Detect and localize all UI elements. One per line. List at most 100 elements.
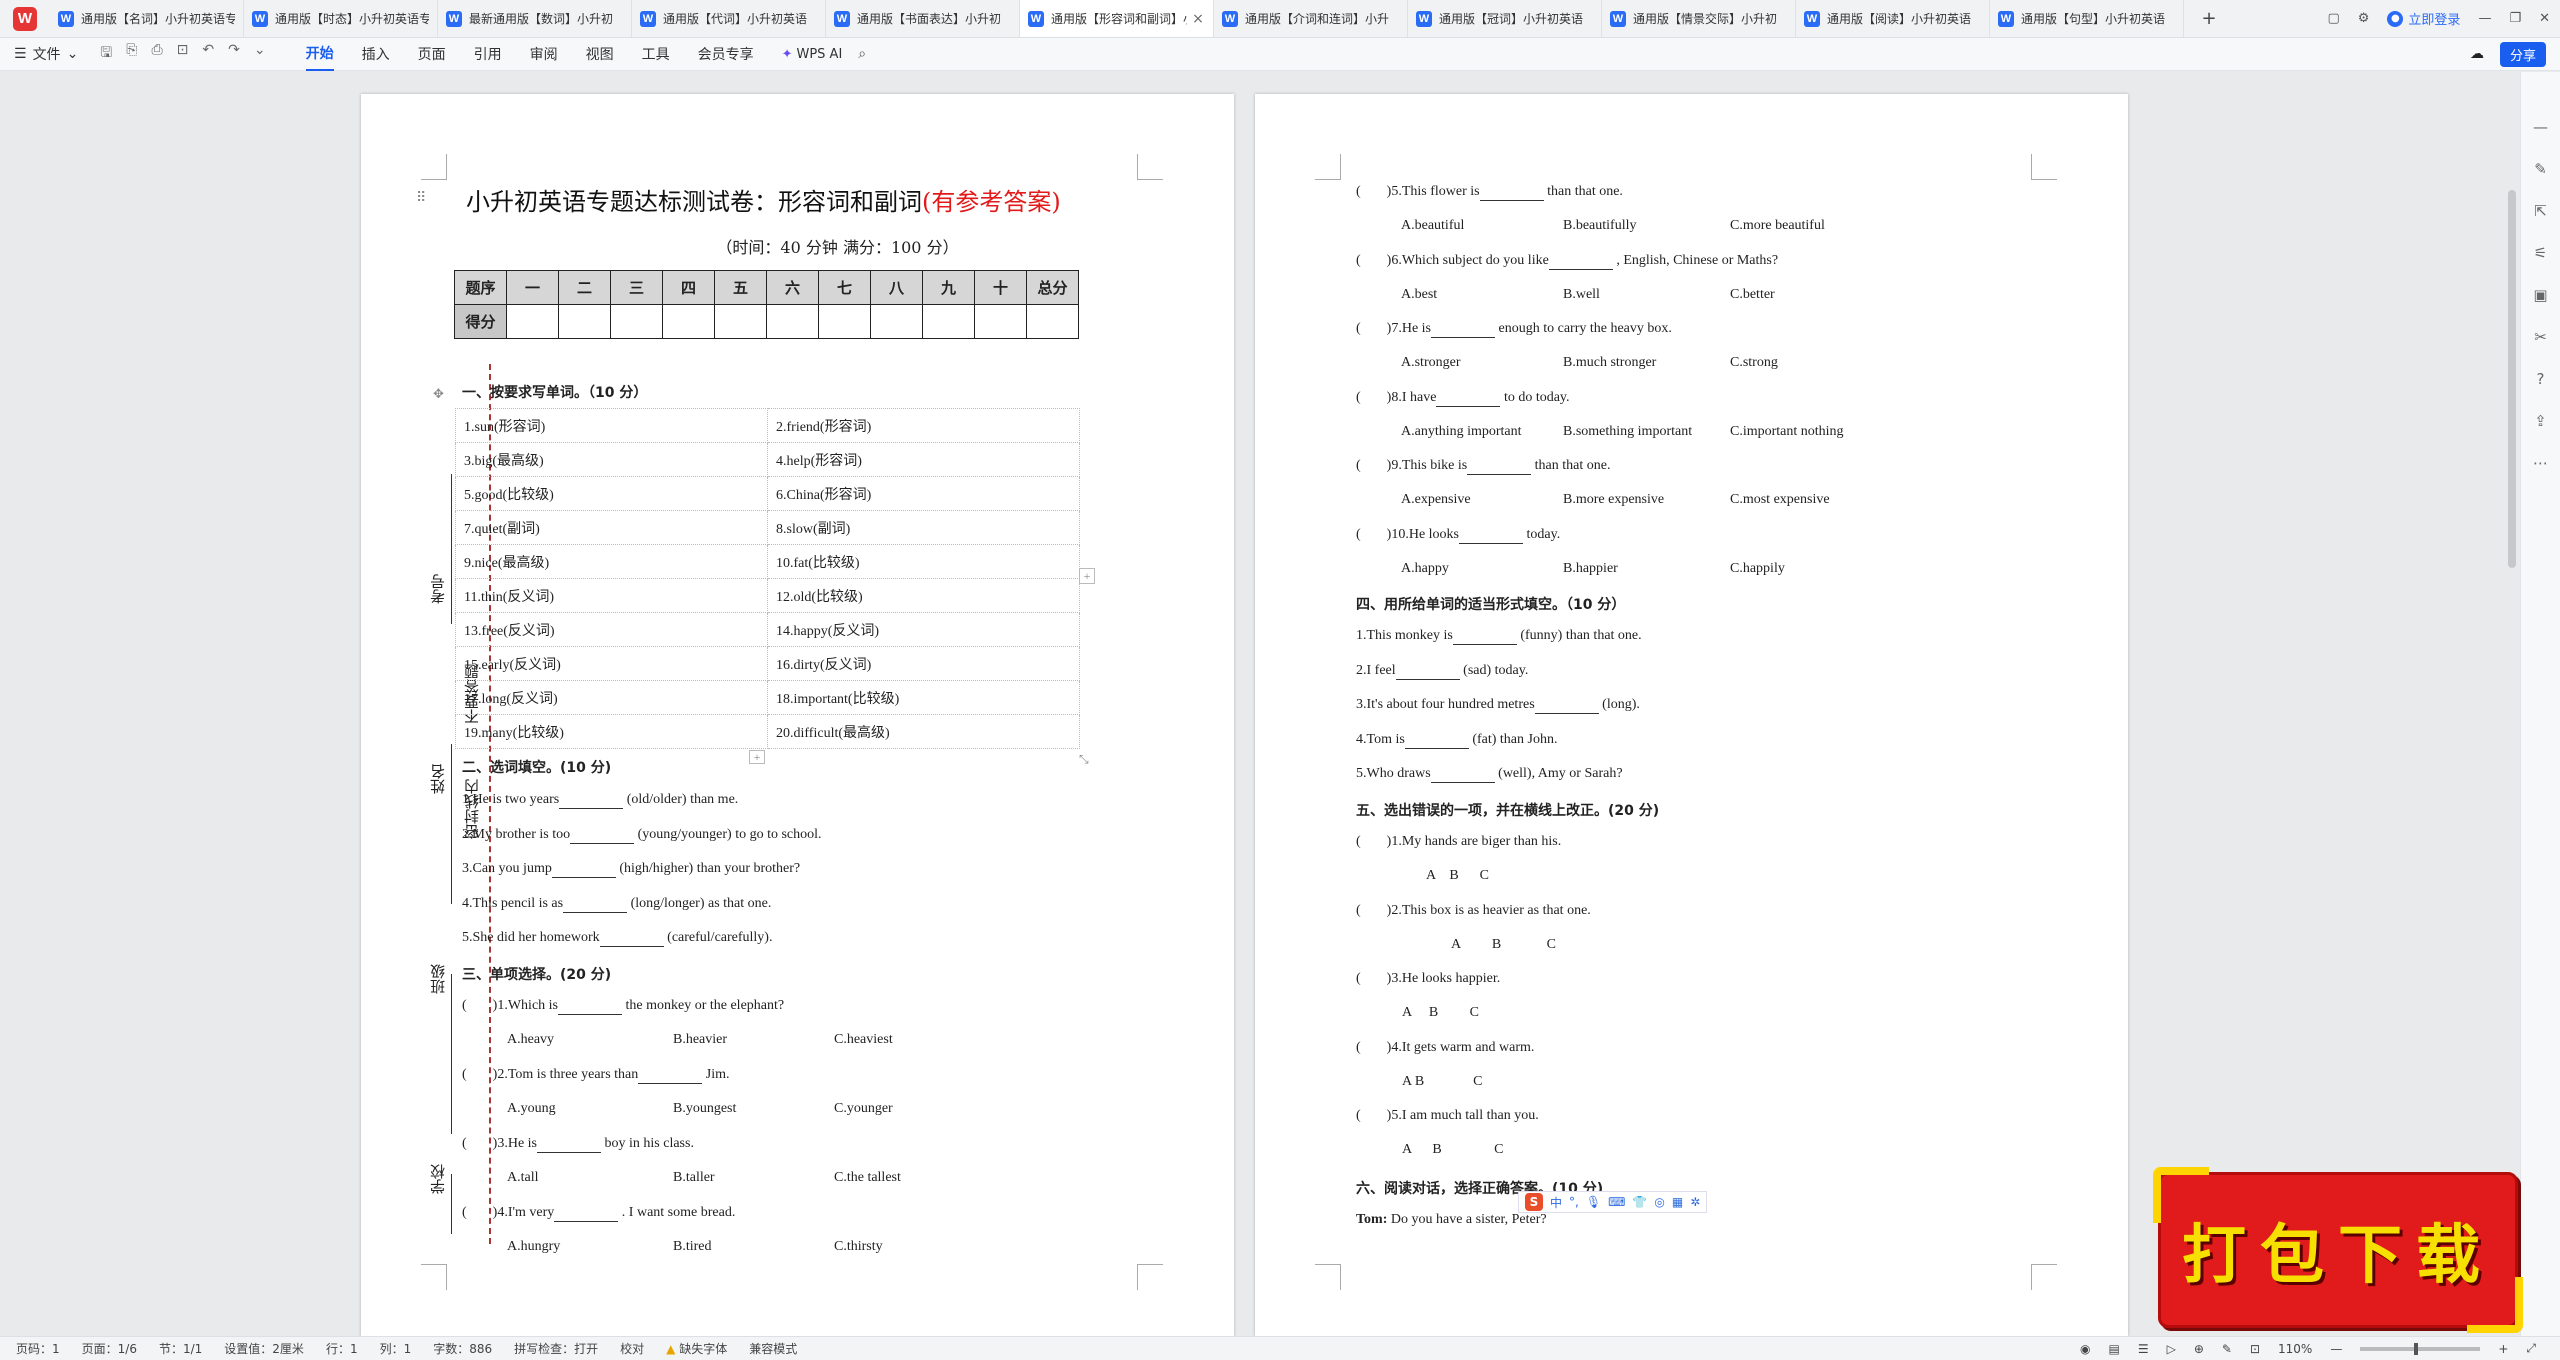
restore-icon[interactable]: ❐: [2509, 11, 2521, 26]
status-missing-font[interactable]: ▲ 缺失字体: [666, 1340, 727, 1357]
punctuation-icon[interactable]: °,: [1569, 1195, 1579, 1209]
zoom-slider[interactable]: [2360, 1342, 2481, 1355]
word-cell[interactable]: 19.many(比较级): [455, 714, 768, 749]
keyboard-icon[interactable]: ⌨: [1608, 1195, 1625, 1209]
save-icon[interactable]: 🖫: [100, 42, 112, 66]
answer-blank[interactable]: [1479, 184, 1544, 201]
word-cell[interactable]: 20.difficult(最高级): [767, 714, 1080, 749]
word-cell[interactable]: 7.quiet(副词): [455, 510, 768, 545]
cloud-icon[interactable]: ☁: [2470, 46, 2484, 62]
answer-blank[interactable]: [638, 1067, 703, 1084]
document-tab[interactable]: W 通用版【冠词】小升初英语: [1408, 0, 1602, 37]
word-cell[interactable]: 14.happy(反义词): [767, 612, 1080, 647]
ribbon-tab[interactable]: 开始: [305, 38, 334, 71]
settings-icon[interactable]: ⚙: [2358, 11, 2370, 26]
document-tab[interactable]: W 通用版【代词】小升初英语: [632, 0, 826, 37]
word-cell[interactable]: 2.friend(形容词): [767, 408, 1080, 443]
minimize-icon[interactable]: —: [2478, 11, 2491, 26]
fullscreen-icon[interactable]: ⤢: [2526, 1341, 2536, 1356]
ribbon-tab[interactable]: 引用: [474, 38, 502, 71]
answer-blank[interactable]: [537, 1136, 601, 1153]
answer-blank[interactable]: [1436, 390, 1501, 407]
file-menu[interactable]: ☰ 文件 ⌄: [14, 44, 78, 64]
game-icon[interactable]: ◎: [1654, 1195, 1664, 1209]
print-icon[interactable]: ⎙: [151, 42, 162, 66]
score-cell[interactable]: [558, 304, 611, 339]
undo-icon[interactable]: ↶: [202, 42, 214, 66]
close-window-icon[interactable]: ✕: [2539, 11, 2550, 26]
document-tab[interactable]: W 通用版【阅读】小升初英语: [1796, 0, 1990, 37]
answer-blank[interactable]: [1431, 321, 1495, 338]
document-tab[interactable]: W 最新通用版【数词】小升初: [438, 0, 632, 37]
score-cell[interactable]: [714, 304, 767, 339]
customize-icon[interactable]: ⌄: [254, 42, 266, 66]
grid-icon[interactable]: ▦: [1672, 1195, 1683, 1209]
score-cell[interactable]: [974, 304, 1027, 339]
close-tab-icon[interactable]: ×: [1191, 11, 1205, 27]
answer-blank[interactable]: [1459, 527, 1523, 544]
settings-ime-icon[interactable]: ✲: [1690, 1195, 1700, 1209]
ribbon-tab[interactable]: 视图: [586, 38, 614, 71]
status-setting[interactable]: 设置值：2厘米: [224, 1340, 304, 1357]
word-cell[interactable]: 16.dirty(反义词): [767, 646, 1080, 681]
more-icon[interactable]: ⋯: [2533, 454, 2548, 472]
word-cell[interactable]: 18.important(比较级): [767, 680, 1080, 715]
zoom-slider-knob[interactable]: [2414, 1342, 2419, 1355]
answer-blank[interactable]: [551, 861, 616, 878]
outline-icon[interactable]: ☰: [2138, 1342, 2149, 1356]
answer-blank[interactable]: [1404, 732, 1469, 749]
adjust-icon[interactable]: ⚟: [2534, 244, 2547, 262]
document-tab[interactable]: W 通用版【情景交际】小升初: [1602, 0, 1796, 37]
status-spell-check[interactable]: 拼写检查：打开: [514, 1340, 598, 1357]
new-tab-button[interactable]: +: [2184, 0, 2234, 37]
word-cell[interactable]: 12.old(比较级): [767, 578, 1080, 613]
ribbon-tab[interactable]: 插入: [362, 38, 390, 71]
share-doc-icon[interactable]: ⇪: [2534, 412, 2547, 430]
collapse-icon[interactable]: —: [2533, 118, 2548, 136]
zoom-out-icon[interactable]: —: [2330, 1342, 2342, 1356]
play-icon[interactable]: ▷: [2167, 1342, 2176, 1356]
ribbon-tab[interactable]: 页面: [418, 38, 446, 71]
download-badge[interactable]: 打包下载: [2153, 1167, 2523, 1333]
image-icon[interactable]: ▣: [2533, 286, 2547, 304]
web-view-icon[interactable]: ⊕: [2194, 1342, 2204, 1356]
word-cell[interactable]: 6.China(形容词): [767, 476, 1080, 511]
status-page-number[interactable]: 页码：1: [16, 1340, 60, 1357]
login-button[interactable]: ● 立即登录: [2387, 9, 2460, 28]
score-cell[interactable]: [818, 304, 871, 339]
vertical-scrollbar[interactable]: [2508, 190, 2516, 568]
document-tab[interactable]: W 通用版【名词】小升初英语专: [50, 0, 244, 37]
pen-icon[interactable]: ✎: [2222, 1342, 2232, 1356]
word-cell[interactable]: 17.long(反义词): [455, 680, 768, 715]
score-cell[interactable]: [766, 304, 819, 339]
score-cell[interactable]: [662, 304, 715, 339]
redo-icon[interactable]: ↷: [228, 42, 240, 66]
answer-blank[interactable]: [1534, 697, 1599, 714]
ime-mode[interactable]: 中: [1550, 1194, 1562, 1211]
page-2[interactable]: ()5.This flower is than that one. A.beaut…: [1255, 94, 2128, 1336]
word-table[interactable]: 1.sun(形容词) 2.friend(形容词) 3.big(最高级) 4.help(…: [455, 408, 1080, 749]
answer-blank[interactable]: [1548, 253, 1613, 270]
status-word-count[interactable]: 字数：886: [433, 1340, 492, 1357]
table-resize-icon[interactable]: ⤡: [1079, 752, 1089, 767]
zoom-level[interactable]: 110%: [2278, 1342, 2312, 1356]
status-proofread[interactable]: 校对: [620, 1340, 644, 1357]
wps-logo[interactable]: W: [0, 0, 50, 37]
page-1[interactable]: 考号 姓名 班级 学校 不要答题 密封线内 ⠿ 小升初英语专题达标测试卷：形容词…: [361, 94, 1234, 1336]
status-section[interactable]: 节：1/1: [159, 1340, 202, 1357]
word-cell[interactable]: 15.early(反义词): [455, 646, 768, 681]
document-tab[interactable]: W 通用版【句型】小升初英语: [1990, 0, 2184, 37]
ribbon-tab[interactable]: 会员专享: [698, 38, 754, 71]
answer-blank[interactable]: [1395, 663, 1460, 680]
document-tab[interactable]: W 通用版【时态】小升初英语专: [244, 0, 438, 37]
document-tab[interactable]: W 通用版【书面表达】小升初: [826, 0, 1020, 37]
drag-handle-icon[interactable]: ⠿: [416, 190, 426, 207]
score-cell[interactable]: [870, 304, 923, 339]
fit-icon[interactable]: ⊡: [2250, 1342, 2260, 1356]
word-cell[interactable]: 4.help(形容词): [767, 442, 1080, 477]
document-tab[interactable]: W 通用版【介词和连词】小升: [1214, 0, 1408, 37]
print-preview-icon[interactable]: ⊡: [177, 42, 189, 66]
page-view-icon[interactable]: ▤: [2108, 1342, 2119, 1356]
zoom-in-icon[interactable]: +: [2498, 1342, 2508, 1356]
score-cell[interactable]: [610, 304, 663, 339]
